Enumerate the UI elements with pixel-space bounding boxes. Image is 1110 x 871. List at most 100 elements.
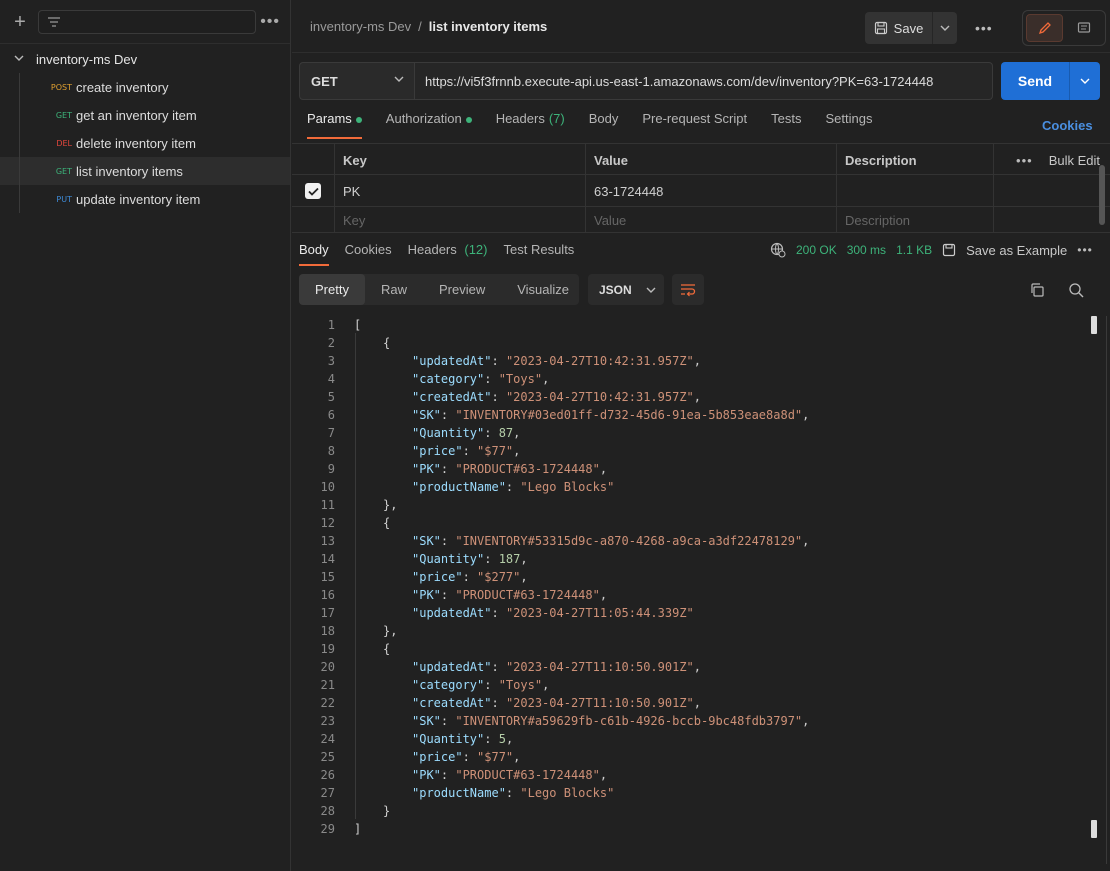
line-number: 13 <box>320 534 335 548</box>
save-as-example-button[interactable]: Save as Example <box>966 243 1067 258</box>
code-token: }, <box>383 498 398 512</box>
request-name: get an inventory item <box>76 107 197 123</box>
code-token: 87 <box>498 426 514 440</box>
scrollbar-track[interactable] <box>1106 316 1107 864</box>
view-visualize[interactable]: Visualize <box>501 274 585 305</box>
mode-toggle <box>1022 10 1106 46</box>
code-text: "Quantity": 5, <box>335 730 513 748</box>
request-item[interactable]: DEL delete inventory item <box>0 129 290 157</box>
more-horizontal-icon[interactable]: ••• <box>1016 153 1033 168</box>
line-number: 2 <box>327 336 335 350</box>
code-token: , <box>542 678 550 692</box>
status-dot <box>465 117 472 123</box>
code-line: 26 "PK": "PRODUCT#63-1724448", <box>292 766 1092 784</box>
line-number: 7 <box>327 426 335 440</box>
code-token: , <box>802 534 810 548</box>
code-text: "price": "$77", <box>335 442 520 460</box>
code-text: "price": "$277", <box>335 568 528 586</box>
tab-test-results[interactable]: Test Results <box>504 236 575 266</box>
code-token: , <box>599 768 608 782</box>
tab-authorization[interactable]: Authorization <box>386 111 472 139</box>
line-number: 19 <box>320 642 335 656</box>
code-line: 24 "Quantity": 5, <box>292 730 1092 748</box>
format-select[interactable]: JSON <box>588 274 664 305</box>
send-dropdown-button[interactable] <box>1069 62 1100 100</box>
comment-icon <box>1077 22 1090 33</box>
line-number: 11 <box>320 498 335 512</box>
save-dropdown-button[interactable] <box>932 12 957 44</box>
code-token: "PRODUCT#63-1724448" <box>455 768 600 782</box>
params-scrollbar[interactable] <box>1099 165 1105 225</box>
code-text: "SK": "INVENTORY#53315d9c-a870-4268-a9ca… <box>335 532 809 550</box>
line-number: 20 <box>320 660 335 674</box>
code-viewer[interactable]: 1[2{3 "updatedAt": "2023-04-27T10:42:31.9… <box>292 316 1092 846</box>
code-token: , <box>802 408 810 422</box>
method-select[interactable]: GET <box>299 62 415 100</box>
view-raw[interactable]: Raw <box>365 274 423 305</box>
tab-params[interactable]: Params <box>307 111 362 139</box>
code-token: "INVENTORY#53315d9c-a870-4268-a9ca-a3df2… <box>455 534 803 548</box>
tab-body[interactable]: Body <box>589 111 619 139</box>
code-token: "productName" <box>412 786 506 800</box>
more-horizontal-icon[interactable]: ••• <box>1077 243 1093 257</box>
response-time[interactable]: 300 ms <box>847 243 886 257</box>
url-input[interactable]: https://vi5f3frnnb.execute-api.us-east-1… <box>415 62 993 100</box>
search-icon[interactable] <box>1068 282 1084 298</box>
line-number: 5 <box>327 390 335 404</box>
code-token: : <box>505 480 521 494</box>
key-placeholder[interactable]: Key <box>335 207 586 233</box>
response-size[interactable]: 1.1 KB <box>896 243 932 257</box>
request-item[interactable]: POST create inventory <box>0 73 290 101</box>
wrap-lines-button[interactable] <box>672 274 704 305</box>
plus-icon[interactable]: + <box>10 12 30 32</box>
param-key[interactable]: PK <box>335 175 586 207</box>
checkbox[interactable] <box>305 183 321 199</box>
code-token: "updatedAt" <box>412 660 492 674</box>
tab-response-cookies[interactable]: Cookies <box>345 236 392 266</box>
view-preview[interactable]: Preview <box>423 274 501 305</box>
param-description[interactable] <box>837 175 994 207</box>
comment-mode-button[interactable] <box>1065 14 1102 42</box>
tab-tests[interactable]: Tests <box>771 111 801 139</box>
breadcrumb-parent[interactable]: inventory-ms Dev <box>310 19 411 34</box>
code-text: "Quantity": 187, <box>335 550 528 568</box>
request-item-active[interactable]: GET list inventory items <box>0 157 290 185</box>
tree-guide <box>19 73 20 213</box>
tab-response-headers[interactable]: Headers (12) <box>408 236 488 266</box>
view-pretty[interactable]: Pretty <box>299 274 365 305</box>
more-horizontal-icon[interactable]: ••• <box>260 13 280 31</box>
edit-mode-button[interactable] <box>1026 14 1064 42</box>
save-button[interactable]: Save <box>865 12 932 44</box>
collection-row[interactable]: inventory-ms Dev <box>0 45 290 73</box>
description-placeholder[interactable]: Description <box>837 207 994 233</box>
copy-icon[interactable] <box>1029 282 1045 298</box>
value-placeholder[interactable]: Value <box>586 207 837 233</box>
tab-response-body[interactable]: Body <box>299 236 329 266</box>
breadcrumb-current[interactable]: list inventory items <box>429 19 547 34</box>
status-code[interactable]: 200 OK <box>796 243 837 257</box>
send-button[interactable]: Send <box>1001 62 1069 100</box>
code-token: "price" <box>412 570 463 584</box>
globe-icon[interactable] <box>770 242 786 258</box>
line-number: 17 <box>320 606 335 620</box>
bulk-edit-button[interactable]: Bulk Edit <box>1049 153 1100 168</box>
line-number: 29 <box>320 822 335 836</box>
more-horizontal-icon[interactable]: ••• <box>975 20 993 36</box>
tab-headers[interactable]: Headers (7) <box>496 111 565 139</box>
tab-settings[interactable]: Settings <box>825 111 872 139</box>
param-value[interactable]: 63-1724448 <box>586 175 837 207</box>
filter-input[interactable] <box>38 9 256 34</box>
request-item[interactable]: GET get an inventory item <box>0 101 290 129</box>
line-number: 1 <box>327 318 335 332</box>
code-token: : <box>462 570 478 584</box>
chevron-down-icon[interactable] <box>14 54 36 65</box>
code-token: , <box>505 732 514 746</box>
request-item[interactable]: PUT update inventory item <box>0 185 290 213</box>
code-line: 25 "price": "$77", <box>292 748 1092 766</box>
code-token: "updatedAt" <box>412 354 492 368</box>
code-token: , <box>542 372 550 386</box>
code-line: 18}, <box>292 622 1092 640</box>
code-token: : <box>484 732 499 746</box>
cookies-link[interactable]: Cookies <box>1042 118 1093 133</box>
tab-prerequest[interactable]: Pre-request Script <box>642 111 747 139</box>
